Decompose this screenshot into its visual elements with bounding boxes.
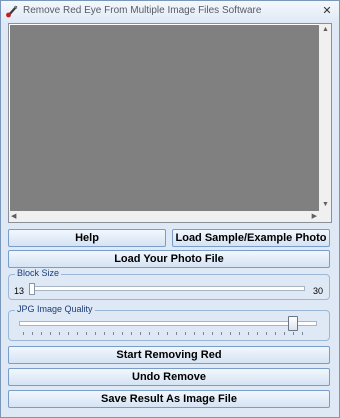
jpg-quality-group: JPG Image Quality: [8, 304, 330, 341]
vertical-scrollbar[interactable]: ▲ ▼: [319, 24, 331, 211]
load-sample-button[interactable]: Load Sample/Example Photo: [172, 229, 330, 247]
red-eye-pen-icon: [6, 5, 18, 18]
jpg-quality-thumb[interactable]: [288, 316, 298, 331]
horizontal-scrollbar[interactable]: ◀ ▶: [9, 211, 319, 222]
block-size-group: Block Size 13 30: [8, 268, 330, 300]
scroll-up-icon[interactable]: ▲: [322, 25, 329, 35]
help-button[interactable]: Help: [8, 229, 166, 247]
image-preview-panel: ▲ ▼ ◀ ▶: [8, 23, 332, 223]
title-bar: Remove Red Eye From Multiple Image Files…: [1, 1, 339, 23]
block-size-label: Block Size: [15, 268, 62, 278]
window-title: Remove Red Eye From Multiple Image Files…: [23, 5, 262, 16]
block-size-thumb[interactable]: [29, 283, 35, 295]
block-size-max-value: 30: [312, 286, 323, 296]
start-removing-red-button[interactable]: Start Removing Red: [8, 346, 330, 364]
scroll-left-icon[interactable]: ◀: [11, 212, 16, 222]
block-size-min-value: 13: [14, 286, 25, 296]
save-result-button[interactable]: Save Result As Image File: [8, 390, 330, 408]
load-photo-button[interactable]: Load Your Photo File: [8, 250, 330, 268]
jpg-quality-label: JPG Image Quality: [15, 304, 95, 314]
scroll-right-icon[interactable]: ▶: [312, 212, 317, 222]
close-button[interactable]: ✕: [320, 4, 334, 18]
jpg-quality-ticks: [23, 332, 307, 335]
image-preview: [10, 25, 319, 212]
scrollbar-corner: [319, 211, 331, 222]
app-window: Remove Red Eye From Multiple Image Files…: [0, 0, 340, 418]
undo-remove-button[interactable]: Undo Remove: [8, 368, 330, 386]
block-size-track[interactable]: [31, 286, 305, 291]
scroll-down-icon[interactable]: ▼: [322, 200, 329, 210]
jpg-quality-track[interactable]: [19, 321, 317, 326]
